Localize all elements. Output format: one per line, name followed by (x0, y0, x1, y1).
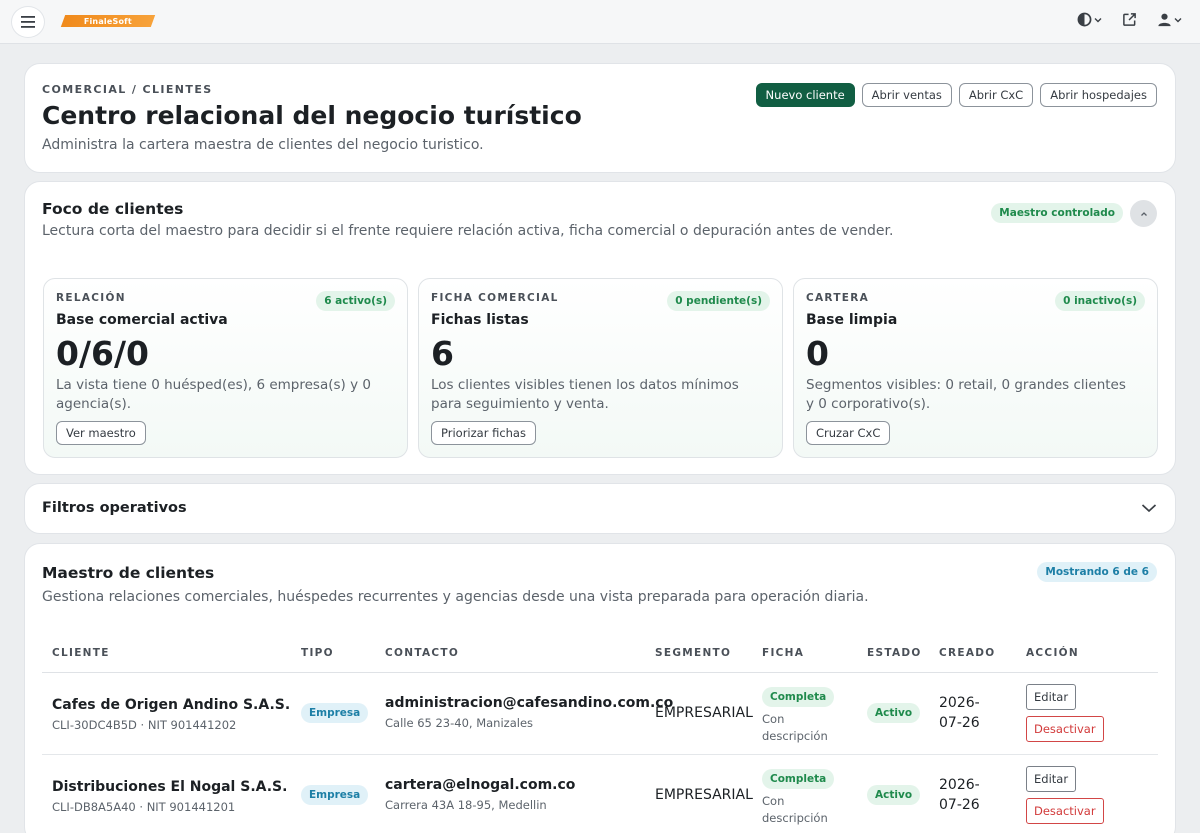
header-actions: Nuevo cliente Abrir ventas Abrir CxC Abr… (755, 83, 1157, 107)
column-header[interactable]: CONTACTO (385, 647, 459, 659)
client-name[interactable]: Distribuciones El Nogal S.A.S. (52, 779, 287, 795)
status-badge: Activo (867, 785, 921, 805)
column-header[interactable]: CLIENTE (52, 647, 110, 659)
collapse-button[interactable] (1130, 200, 1157, 227)
deactivate-button[interactable]: Desactivar (1026, 798, 1104, 824)
deactivate-button[interactable]: Desactivar (1026, 716, 1104, 742)
theme-icon (1077, 12, 1092, 27)
contact-email: administracion@cafesandino.com.co (385, 695, 674, 711)
contact-email: cartera@elnogal.com.co (385, 777, 576, 793)
kpi-value: 6 (431, 334, 454, 373)
ficha-badge: Completa (762, 769, 835, 789)
logo-text: FinaleSoft (83, 16, 133, 26)
status-badge: Activo (867, 703, 921, 723)
actions-cell: Editar Desactivar (1026, 684, 1106, 742)
kpi-eyebrow: FICHA COMERCIAL (431, 292, 559, 304)
external-link-button[interactable] (1122, 12, 1137, 27)
open-sales-button[interactable]: Abrir ventas (861, 83, 952, 107)
page-header-card: COMERCIAL / CLIENTES Centro relacional d… (24, 63, 1176, 173)
edit-button[interactable]: Editar (1026, 684, 1077, 710)
contact-cell: cartera@elnogal.com.co Carrera 43A 18-95… (385, 777, 575, 812)
type-badge: Empresa (301, 703, 369, 723)
ficha-cell: Completa Con descripción (762, 767, 842, 827)
kpi-card-cartera: CARTERA 0 inactivo(s) Base limpia 0 Segm… (793, 278, 1158, 458)
menu-button[interactable] (11, 6, 45, 38)
app-logo[interactable]: FinaleSoft (60, 15, 156, 27)
kpi-title: Base comercial activa (56, 312, 228, 328)
kpi-title: Fichas listas (431, 312, 529, 328)
type-badge: Empresa (301, 785, 369, 805)
external-link-icon (1123, 13, 1136, 26)
segment-value: EMPRESARIAL (655, 787, 753, 803)
kpi-description: Segmentos visibles: 0 retail, 0 grandes … (806, 377, 1126, 412)
user-icon (1158, 13, 1171, 27)
top-bar: FinaleSoft (0, 0, 1200, 44)
column-header[interactable]: TIPO (301, 647, 334, 659)
column-header[interactable]: FICHA (762, 647, 804, 659)
focus-title: Foco de clientes (42, 200, 184, 218)
ficha-note: Con descripción (762, 794, 828, 825)
kpi-eyebrow: RELACIÓN (56, 292, 126, 304)
client-master-card: Maestro de clientes Gestiona relaciones … (24, 543, 1176, 833)
menu-icon (21, 16, 35, 28)
user-menu-button[interactable] (1157, 12, 1182, 27)
kpi-card-ficha: FICHA COMERCIAL 0 pendiente(s) Fichas li… (418, 278, 783, 458)
column-header[interactable]: ACCIÓN (1026, 647, 1079, 659)
page-subtitle: Administra la cartera maestra de cliente… (42, 137, 484, 153)
kpi-value: 0/6/0 (56, 334, 149, 373)
client-meta: CLI-30DC4B5D · NIT 901441202 (52, 718, 237, 732)
kpi-value: 0 (806, 334, 829, 373)
client-focus-card: Foco de clientes Lectura corta del maest… (24, 181, 1176, 475)
open-cxc-button[interactable]: Abrir CxC (958, 83, 1034, 107)
kpi-badge: 6 activo(s) (316, 291, 395, 311)
edit-button[interactable]: Editar (1026, 766, 1077, 792)
master-title: Maestro de clientes (42, 564, 215, 582)
contact-address: Calle 65 23-40, Manizales (385, 716, 534, 730)
created-date: 2026-07-26 (939, 695, 980, 731)
count-badge: Mostrando 6 de 6 (1037, 562, 1157, 582)
table-row[interactable]: Distribuciones El Nogal S.A.S. CLI-DB8A5… (42, 755, 1158, 833)
client-name[interactable]: Cafes de Origen Andino S.A.S. (52, 697, 290, 713)
kpi-badge: 0 pendiente(s) (667, 291, 770, 311)
client-cell: Distribuciones El Nogal S.A.S. CLI-DB8A5… (52, 779, 287, 814)
filters-panel[interactable]: Filtros operativos (24, 483, 1176, 534)
cross-cxc-button[interactable]: Cruzar CxC (806, 421, 891, 445)
chevron-down-icon (1094, 17, 1102, 22)
master-subtitle: Gestiona relaciones comerciales, huésped… (42, 589, 869, 605)
actions-cell: Editar Desactivar (1026, 766, 1106, 824)
view-master-button[interactable]: Ver maestro (56, 421, 146, 445)
client-meta: CLI-DB8A5A40 · NIT 901441201 (52, 800, 236, 814)
new-client-button[interactable]: Nuevo cliente (755, 83, 855, 107)
created-date: 2026-07-26 (939, 777, 980, 813)
chevron-down-icon (1174, 17, 1182, 22)
page-title: Centro relacional del negocio turístico (42, 101, 582, 130)
kpi-description: La vista tiene 0 huésped(es), 6 empresa(… (56, 377, 371, 412)
table-row[interactable]: Cafes de Origen Andino S.A.S. CLI-30DC4B… (42, 673, 1158, 755)
chevron-up-icon (1140, 211, 1147, 216)
ficha-cell: Completa Con descripción (762, 685, 842, 745)
column-header[interactable]: CREADO (939, 647, 996, 659)
chevron-down-icon[interactable] (1141, 503, 1157, 513)
contact-address: Carrera 43A 18-95, Medellin (385, 798, 547, 812)
column-header[interactable]: ESTADO (867, 647, 922, 659)
kpi-title: Base limpia (806, 312, 898, 328)
kpi-card-relation: RELACIÓN 6 activo(s) Base comercial acti… (43, 278, 408, 458)
ficha-note: Con descripción (762, 712, 828, 743)
focus-subtitle: Lectura corta del maestro para decidir s… (42, 223, 894, 239)
contact-cell: administracion@cafesandino.com.co Calle … (385, 695, 673, 730)
breadcrumb: COMERCIAL / CLIENTES (42, 83, 213, 96)
prioritize-records-button[interactable]: Priorizar fichas (431, 421, 536, 445)
status-badge: Maestro controlado (991, 203, 1123, 223)
filters-title: Filtros operativos (42, 500, 187, 516)
segment-value: EMPRESARIAL (655, 705, 753, 721)
kpi-description: Los clientes visibles tienen los datos m… (431, 377, 739, 412)
theme-toggle-button[interactable] (1077, 12, 1102, 27)
table-header: CLIENTE TIPO CONTACTO SEGMENTO FICHA EST… (42, 637, 1158, 673)
client-cell: Cafes de Origen Andino S.A.S. CLI-30DC4B… (52, 697, 290, 732)
ficha-badge: Completa (762, 687, 835, 707)
kpi-eyebrow: CARTERA (806, 292, 870, 304)
open-stays-button[interactable]: Abrir hospedajes (1040, 83, 1157, 107)
kpi-badge: 0 inactivo(s) (1055, 291, 1145, 311)
column-header[interactable]: SEGMENTO (655, 647, 731, 659)
